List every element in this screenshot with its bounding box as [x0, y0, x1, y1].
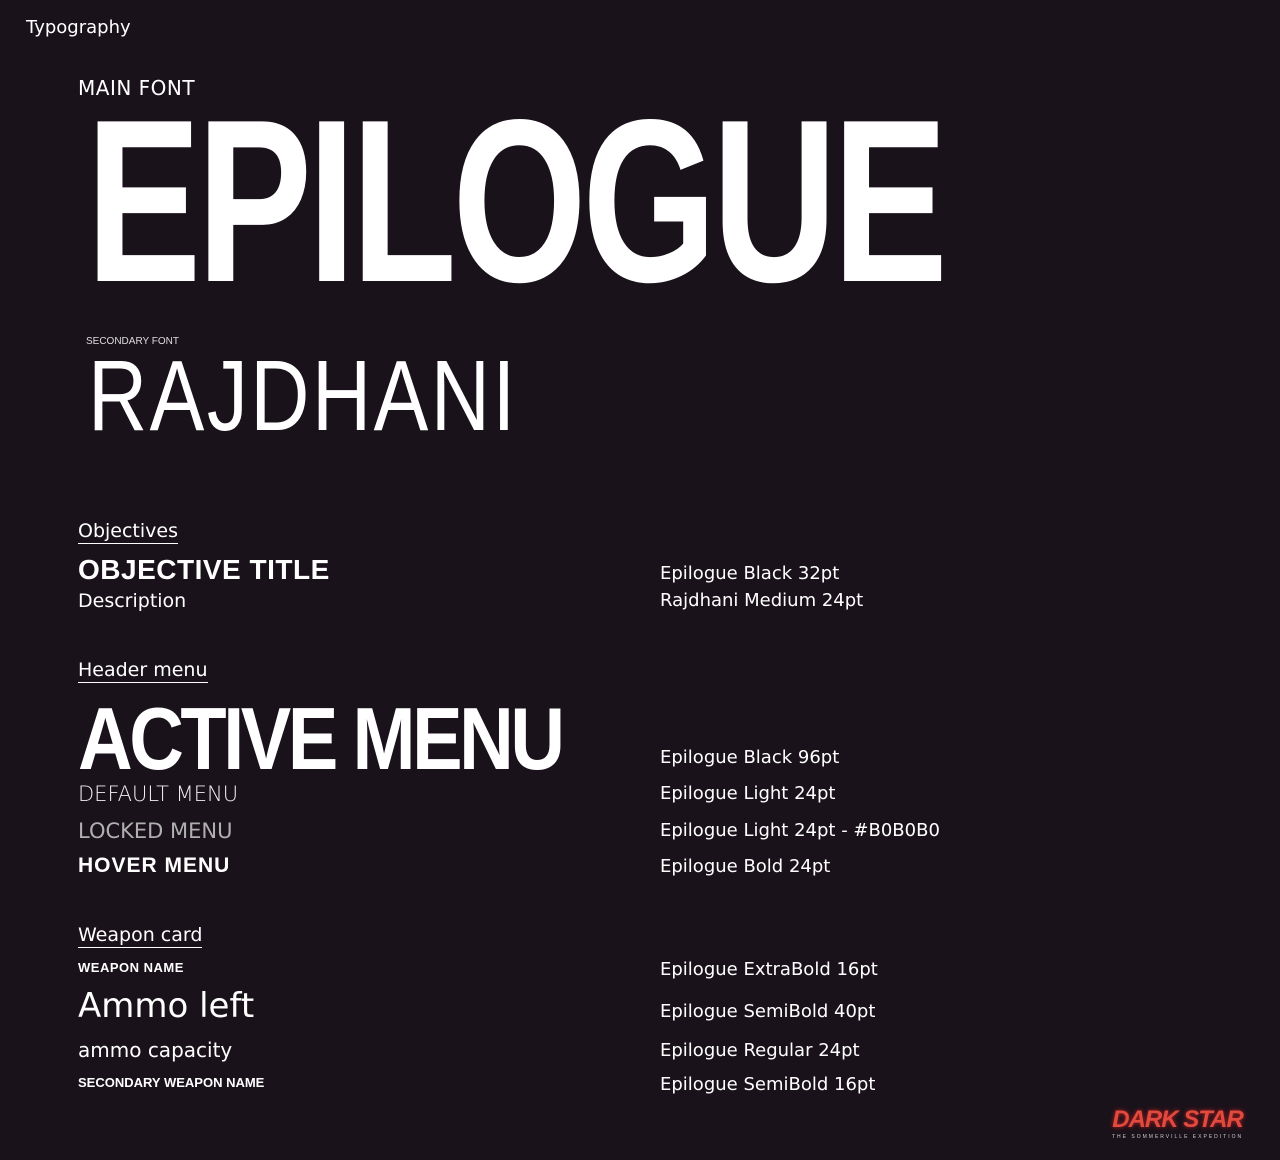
section-heading-objectives: Objectives	[78, 520, 178, 544]
spec-ammo-capacity: Epilogue Regular 24pt	[660, 1040, 860, 1061]
section-heading-weapon-card: Weapon card	[78, 924, 203, 948]
description-sample: Description	[78, 590, 187, 612]
ammo-left-sample: Ammo left	[78, 986, 255, 1026]
logo-tagline: THE SOMMERVILLE EXPEDITION	[1112, 1134, 1244, 1140]
secondary-font-sample: RAJDHANI	[88, 340, 518, 452]
main-font-sample: EPILOGUE	[86, 72, 948, 331]
objective-title-sample: OBJECTIVE TITLE	[78, 554, 330, 585]
spec-default-menu: Epilogue Light 24pt	[660, 783, 836, 804]
logo-name: DARK STAR	[1112, 1106, 1244, 1133]
spec-active-menu: Epilogue Black 96pt	[660, 747, 840, 768]
page-title: Typography	[26, 17, 131, 38]
ammo-capacity-sample: ammo capacity	[78, 1038, 233, 1062]
spec-ammo-left: Epilogue SemiBold 40pt	[660, 1001, 876, 1022]
spec-hover-menu: Epilogue Bold 24pt	[660, 856, 831, 877]
default-menu-sample: DEFAULT MENU	[78, 782, 239, 806]
spec-objective-title: Epilogue Black 32pt	[660, 563, 840, 584]
secondary-weapon-name-sample: SECONDARY WEAPON NAME	[78, 1075, 265, 1090]
weapon-name-sample: WEAPON NAME	[78, 960, 184, 975]
hover-menu-sample: HOVER MENU	[78, 854, 231, 877]
spec-locked-menu: Epilogue Light 24pt - #B0B0B0	[660, 820, 940, 841]
spec-weapon-name: Epilogue ExtraBold 16pt	[660, 959, 878, 980]
locked-menu-sample: LOCKED MENU	[78, 819, 233, 843]
dark-star-logo: DARK STAR THE SOMMERVILLE EXPEDITION	[1112, 1106, 1244, 1140]
active-menu-sample: ACTIVE MENU	[78, 689, 565, 788]
spec-description: Rajdhani Medium 24pt	[660, 590, 864, 611]
section-heading-header-menu: Header menu	[78, 659, 208, 683]
spec-secondary-weapon-name: Epilogue SemiBold 16pt	[660, 1074, 876, 1095]
